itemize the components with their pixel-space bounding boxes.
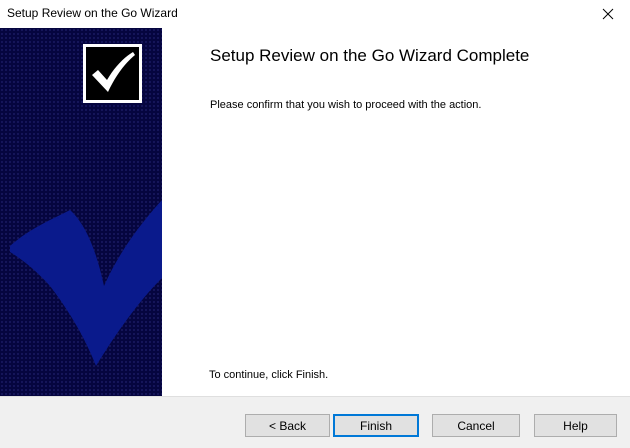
- help-button[interactable]: Help: [534, 414, 617, 437]
- wizard-window: Setup Review on the Go Wizard Setup Revi…: [0, 0, 630, 448]
- window-title: Setup Review on the Go Wizard: [7, 6, 178, 20]
- wizard-banner: [0, 28, 162, 396]
- continue-instruction: To continue, click Finish.: [209, 369, 329, 381]
- close-button[interactable]: [586, 0, 630, 28]
- finish-button[interactable]: Finish: [333, 414, 419, 437]
- close-icon: [602, 8, 614, 20]
- checkmark-badge: [83, 44, 142, 103]
- button-bar: < Back Finish Cancel Help: [0, 396, 630, 448]
- title-bar[interactable]: Setup Review on the Go Wizard: [0, 0, 630, 28]
- confirmation-text: Please confirm that you wish to proceed …: [210, 99, 482, 111]
- page-title: Setup Review on the Go Wizard Complete: [210, 46, 530, 65]
- back-button[interactable]: < Back: [245, 414, 330, 437]
- cancel-button[interactable]: Cancel: [432, 414, 520, 437]
